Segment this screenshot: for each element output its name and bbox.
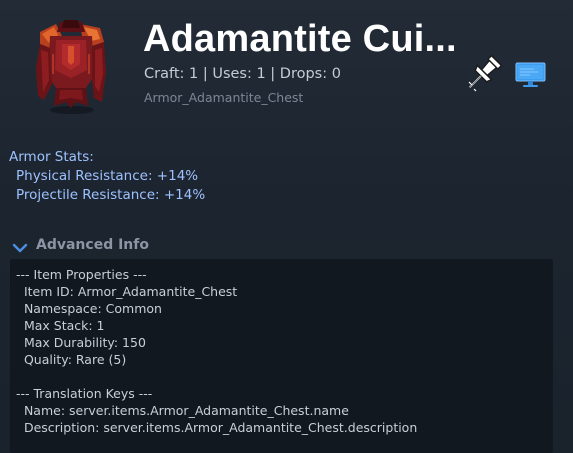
advanced-info-line: Max Stack: 1 [16, 318, 105, 333]
display-button[interactable] [514, 60, 547, 90]
pin-icon [461, 55, 505, 100]
advanced-info-toggle[interactable]: Advanced Info [10, 235, 170, 257]
pin-button[interactable] [461, 52, 505, 96]
monitor-icon [514, 62, 547, 94]
advanced-info-label: Advanced Info [36, 237, 149, 253]
advanced-info-line: Description: server.items.Armor_Adamanti… [16, 420, 418, 435]
advanced-info-line: Item ID: Armor_Adamantite_Chest [16, 284, 238, 299]
advanced-info-line: Namespace: Common [16, 301, 162, 316]
chevron-down-icon [12, 239, 28, 253]
armor-stats-heading: Armor Stats: [9, 149, 94, 165]
item-title: Adamantite Cui... [143, 18, 457, 60]
item-internal-id: Armor_Adamantite_Chest [144, 90, 304, 105]
armor-stat-projectile: Projectile Resistance: +14% [16, 187, 206, 203]
advanced-info-line: --- Item Properties --- [16, 267, 147, 282]
adamantite-chestplate-icon [30, 14, 112, 116]
advanced-info-line: --- Translation Keys --- [16, 386, 153, 401]
advanced-info-line: Quality: Rare (5) [16, 352, 127, 367]
item-usage-stats: Craft: 1 | Uses: 1 | Drops: 0 [144, 66, 341, 82]
armor-stat-physical: Physical Resistance: +14% [16, 168, 199, 184]
advanced-info-line: Max Durability: 150 [16, 335, 146, 350]
advanced-info-panel: --- Item Properties --- Item ID: Armor_A… [10, 259, 553, 453]
advanced-info-line: Name: server.items.Armor_Adamantite_Ches… [16, 403, 349, 418]
item-detail-panel: Adamantite Cui... Craft: 1 | Uses: 1 | D… [0, 0, 573, 453]
